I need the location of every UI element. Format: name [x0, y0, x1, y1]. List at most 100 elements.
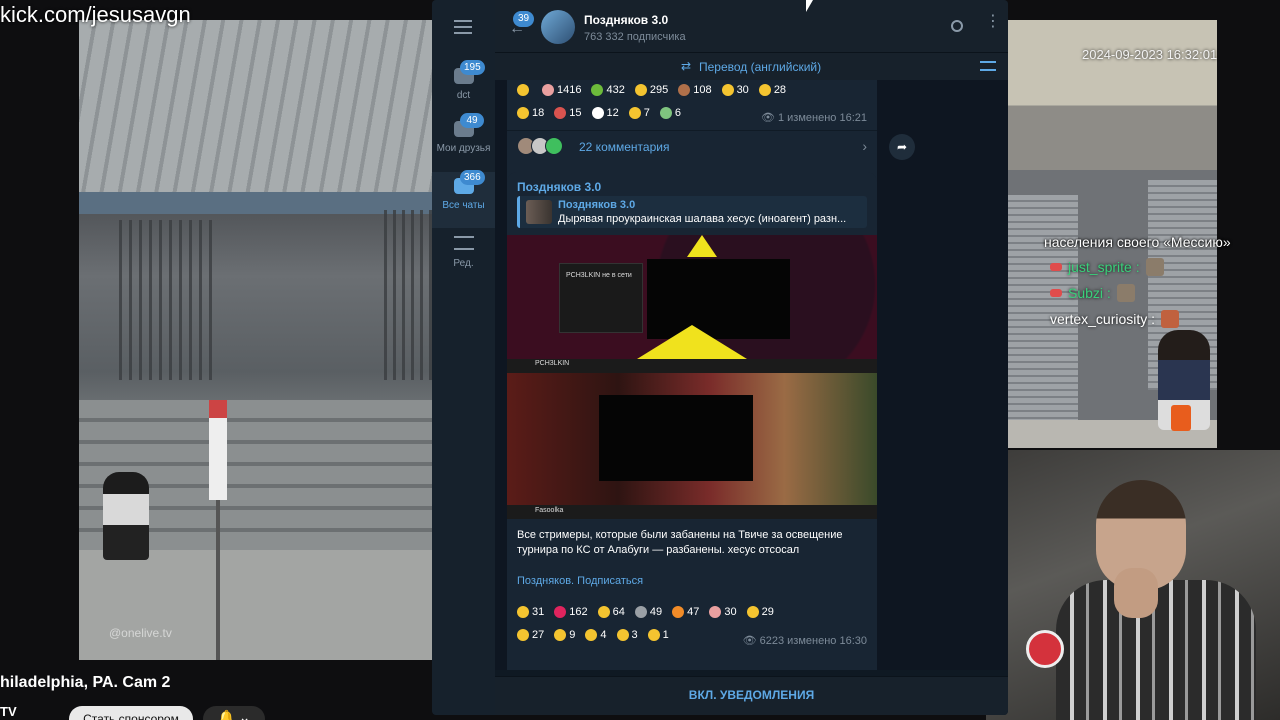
reaction[interactable]: 31 — [517, 606, 544, 618]
badge-icon — [1050, 263, 1062, 271]
folder-label: dct — [456, 90, 471, 101]
metal-gate — [119, 220, 219, 380]
emoji-icon — [628, 107, 641, 119]
reaction[interactable]: 27 — [517, 629, 544, 641]
reaction[interactable]: 15 — [554, 107, 582, 119]
share-button[interactable]: ➦ — [889, 134, 915, 160]
stream-bottom-name: Fasoolka — [535, 507, 564, 514]
camera-title: hiladelphia, PA. Cam 2 — [0, 674, 171, 691]
reaction[interactable]: 30 — [709, 606, 737, 618]
translate-icon: ⇄ — [681, 59, 692, 73]
message-feed[interactable]: 1416 432 295 108 30 28 18 15 12 7 6 👁 1 … — [495, 80, 1008, 670]
heart-icon — [554, 606, 567, 618]
camera-sub: TV — [0, 704, 17, 719]
chat-username: just_sprite : — [1068, 259, 1140, 275]
folder-friends[interactable]: 49 Мои друзья — [432, 113, 495, 171]
post-author[interactable]: Поздняков 3.0 — [517, 180, 601, 194]
reaction[interactable]: 49 — [634, 606, 662, 618]
channel-footer: ВКЛ. УВЕДОМЛЕНИЯ — [495, 676, 1008, 715]
streamer-hand — [1114, 568, 1158, 618]
reaction[interactable]: 1416 — [542, 84, 581, 96]
fire-icon — [672, 606, 685, 618]
emoji-icon — [647, 629, 660, 641]
redacted-block — [647, 259, 790, 339]
emoji-icon — [634, 606, 647, 618]
enable-notifications-button[interactable]: ВКЛ. УВЕДОМЛЕНИЯ — [495, 688, 1008, 702]
reaction[interactable]: 64 — [597, 606, 625, 618]
folder-label: Мои друзья — [436, 143, 491, 154]
reaction[interactable]: 30 — [721, 84, 749, 96]
folder-dct[interactable]: 195 dct — [432, 60, 495, 118]
stream-top-bar: PCH3LKIN — [507, 359, 877, 373]
thumbs-down-icon — [554, 629, 567, 641]
sliders-icon — [454, 236, 474, 250]
pray-icon — [746, 606, 759, 618]
reaction[interactable]: 432 — [591, 84, 625, 96]
channel-name[interactable]: Поздняков 3.0 — [584, 13, 668, 27]
offline-card-title: PCH3LKIN не в сети — [566, 272, 632, 279]
reaction[interactable]: 4 — [585, 629, 607, 641]
sponsor-button[interactable]: Стать спонсором — [69, 706, 193, 720]
chat-username: vertex_curiosity : — [1050, 311, 1156, 327]
search-icon[interactable] — [951, 20, 963, 32]
reaction[interactable]: 28 — [758, 84, 786, 96]
chat-user: Subzi : — [1050, 284, 1274, 302]
telegram-window: 195 dct 49 Мои друзья 366 Все чаты Ред. … — [432, 0, 1008, 715]
reaction[interactable]: 18 — [517, 107, 544, 119]
traffic-cone — [1171, 405, 1191, 431]
camera-feed-left: @onelive.tv — [79, 20, 432, 660]
stream-url: kick.com/jesusavgn — [0, 2, 191, 27]
notify-button[interactable]: 🔔 ⌄ — [203, 706, 265, 720]
reaction[interactable]: 9 — [554, 629, 575, 641]
more-icon[interactable]: ⋮ — [985, 14, 1001, 30]
stream-top-name: PCH3LKIN — [535, 360, 570, 367]
post-image-bottom[interactable]: PCH3LKIN Fasoolka — [507, 359, 877, 519]
clap-icon — [585, 629, 598, 641]
reaction[interactable]: 108 — [678, 84, 712, 96]
subscribe-link[interactable]: Поздняков. Подписаться — [517, 575, 643, 587]
filter-icon[interactable] — [980, 61, 996, 71]
folder-edit[interactable]: Ред. — [432, 232, 495, 288]
folder-all-chats[interactable]: 366 Все чаты — [432, 170, 495, 228]
emoji-icon — [597, 606, 610, 618]
translate-label[interactable]: Перевод (английский) — [699, 60, 821, 74]
post-meta: 👁 6223 изменено 16:30 — [743, 634, 867, 647]
reaction[interactable]: 3 — [616, 629, 638, 641]
reaction[interactable]: 7 — [628, 107, 650, 119]
reaction[interactable] — [517, 84, 532, 96]
sitting-person — [103, 472, 149, 560]
streamer-webcam — [986, 450, 1280, 720]
stream-chat-overlay: населения своего «Мессию» just_sprite : … — [1044, 234, 1274, 336]
unread-badge: 366 — [460, 170, 485, 185]
reaction[interactable]: 295 — [634, 84, 668, 96]
forwarded-quote[interactable]: Поздняков 3.0 Дырявая проукраинская шала… — [517, 196, 867, 228]
subscriber-count: 763 332 подписчика — [584, 31, 686, 43]
unread-badge: 49 — [460, 113, 484, 128]
chevron-right-icon[interactable]: › — [862, 138, 867, 154]
reaction[interactable]: 6 — [659, 107, 681, 119]
folder-rail: 195 dct 49 Мои друзья 366 Все чаты Ред. — [432, 0, 495, 715]
reaction[interactable]: 1 — [647, 629, 669, 641]
channel-header: ← 39 Поздняков 3.0 763 332 подписчика ⋮ — [495, 0, 1008, 52]
reaction[interactable]: 29 — [746, 606, 774, 618]
reactions-row: 18 15 12 7 6 — [517, 107, 681, 119]
yellow-triangle — [687, 235, 717, 257]
thumbs-up-icon — [517, 629, 529, 641]
views-count: 👁 6223 — [742, 635, 785, 647]
quote-author: Поздняков 3.0 — [558, 199, 636, 211]
channel-avatar[interactable] — [541, 10, 575, 44]
star-icon — [517, 606, 529, 618]
translate-bar[interactable]: ⇄ Перевод (английский) — [495, 52, 1008, 80]
reaction[interactable]: 162 — [554, 606, 588, 618]
menu-icon[interactable] — [454, 20, 472, 34]
metal-gate-right — [384, 210, 432, 380]
back-unread-badge: 39 — [513, 11, 535, 27]
thumbs-down-icon — [758, 84, 771, 96]
post-image-top[interactable]: PCH3LKIN не в сети — [507, 235, 877, 359]
emoji-icon — [517, 107, 529, 119]
edited-time: изменено 16:21 — [787, 112, 867, 124]
reaction[interactable]: 47 — [672, 606, 699, 618]
chat-user: vertex_curiosity : — [1050, 310, 1274, 328]
comments-link[interactable]: 22 комментария — [579, 140, 669, 154]
reaction[interactable]: 12 — [591, 107, 619, 119]
